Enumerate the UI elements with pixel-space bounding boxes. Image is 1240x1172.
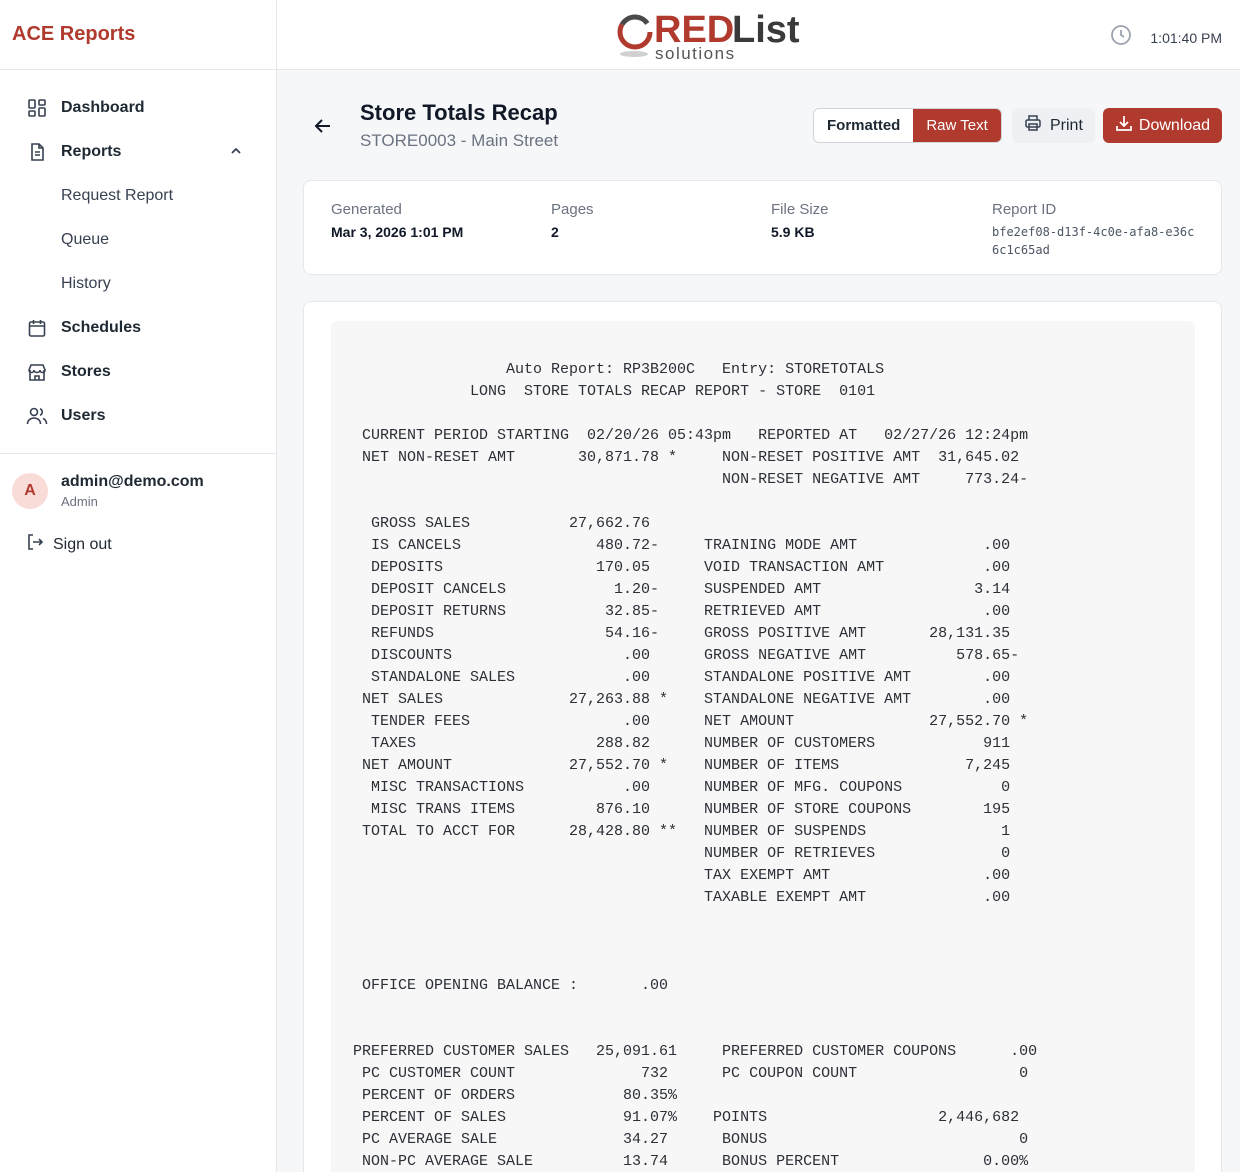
sidebar-item-stores[interactable]: Stores — [0, 350, 276, 394]
users-icon — [26, 405, 48, 427]
report-raw-text: Auto Report: RP3B200C Entry: STORETOTALS… — [353, 361, 1038, 1170]
redlist-logo: RED List solutions — [617, 6, 802, 64]
top-header: RED List solutions 1:01:40 PM — [277, 0, 1240, 70]
sign-out-label: Sign out — [53, 535, 112, 553]
sidebar-nav: Dashboard Reports Request Report Queue H… — [0, 70, 276, 438]
report-meta-card: Generated Mar 3, 2026 1:01 PM Pages 2 Fi… — [303, 180, 1222, 275]
user-role: Admin — [61, 494, 98, 509]
meta-value: bfe2ef08-d13f-4c0e-afa8-e36c6c1c65ad — [992, 225, 1195, 257]
user-email: admin@demo.com — [61, 473, 204, 490]
logo-tagline: solutions — [655, 44, 736, 63]
user-info: admin@demo.com Admin — [61, 473, 204, 509]
back-arrow-icon[interactable] — [311, 114, 335, 138]
calendar-icon — [26, 317, 48, 339]
page-subtitle: STORE0003 - Main Street — [360, 131, 559, 150]
sidebar-item-label: Users — [61, 407, 106, 424]
download-icon — [1115, 114, 1133, 137]
meta-generated: Generated Mar 3, 2026 1:01 PM — [331, 201, 463, 240]
avatar: A — [12, 473, 48, 509]
meta-value: 2 — [551, 224, 559, 240]
clock: 1:01:40 PM — [1110, 24, 1222, 51]
sidebar-item-reports[interactable]: Reports — [0, 130, 276, 174]
raw-text-tab[interactable]: Raw Text — [913, 109, 1001, 142]
raw-text-panel: Auto Report: RP3B200C Entry: STORETOTALS… — [331, 321, 1195, 1172]
view-toggle: Formatted Raw Text — [813, 108, 1002, 143]
meta-value: Mar 3, 2026 1:01 PM — [331, 224, 464, 240]
page-title: Store Totals Recap — [360, 100, 558, 125]
meta-label: Report ID — [992, 201, 1057, 218]
app-title[interactable]: ACE Reports — [12, 23, 135, 46]
store-icon — [26, 361, 48, 383]
meta-pages: Pages 2 — [551, 201, 594, 240]
sidebar-item-label: Schedules — [61, 319, 142, 336]
user-profile: A admin@demo.com Admin — [0, 454, 276, 509]
sign-out-button[interactable]: Sign out — [0, 509, 276, 556]
clock-icon — [1110, 24, 1132, 51]
logo-text-dark: List — [732, 9, 800, 51]
formatted-tab[interactable]: Formatted — [814, 109, 913, 142]
meta-file-size: File Size 5.9 KB — [771, 201, 829, 240]
chevron-up-icon[interactable] — [228, 143, 244, 164]
sidebar: ACE Reports Dashboard Reports Request Re… — [0, 0, 277, 1172]
meta-report-id: Report ID bfe2ef08-d13f-4c0e-afa8-e36c6c… — [992, 201, 1197, 259]
sidebar-item-label: Reports — [61, 143, 122, 160]
download-label: Download — [1138, 116, 1211, 134]
document-icon — [26, 141, 48, 163]
sidebar-item-users[interactable]: Users — [0, 394, 276, 438]
meta-label: Generated — [331, 201, 402, 218]
sidebar-item-schedules[interactable]: Schedules — [0, 306, 276, 350]
sidebar-item-dashboard[interactable]: Dashboard — [0, 86, 276, 130]
page-header: Store Totals Recap STORE0003 - Main Stre… — [303, 96, 1222, 156]
print-button[interactable]: Print — [1012, 108, 1095, 143]
sign-out-icon — [26, 533, 44, 556]
sidebar-item-label: Stores — [61, 363, 111, 380]
printer-icon — [1024, 114, 1042, 137]
download-button[interactable]: Download — [1103, 108, 1222, 143]
meta-value: 5.9 KB — [771, 224, 815, 240]
current-time: 1:01:40 PM — [1150, 29, 1222, 46]
meta-label: File Size — [771, 201, 829, 218]
sidebar-item-label: Dashboard — [61, 99, 145, 116]
brand: ACE Reports — [0, 0, 276, 70]
sidebar-subitem-queue[interactable]: Queue — [0, 218, 276, 262]
sidebar-subitem-history[interactable]: History — [0, 262, 276, 306]
sidebar-subitem-request-report[interactable]: Request Report — [0, 174, 276, 218]
meta-label: Pages — [551, 201, 594, 218]
report-viewer: Auto Report: RP3B200C Entry: STORETOTALS… — [303, 301, 1222, 1172]
dashboard-grid-icon — [26, 97, 48, 119]
print-label: Print — [1050, 116, 1083, 134]
